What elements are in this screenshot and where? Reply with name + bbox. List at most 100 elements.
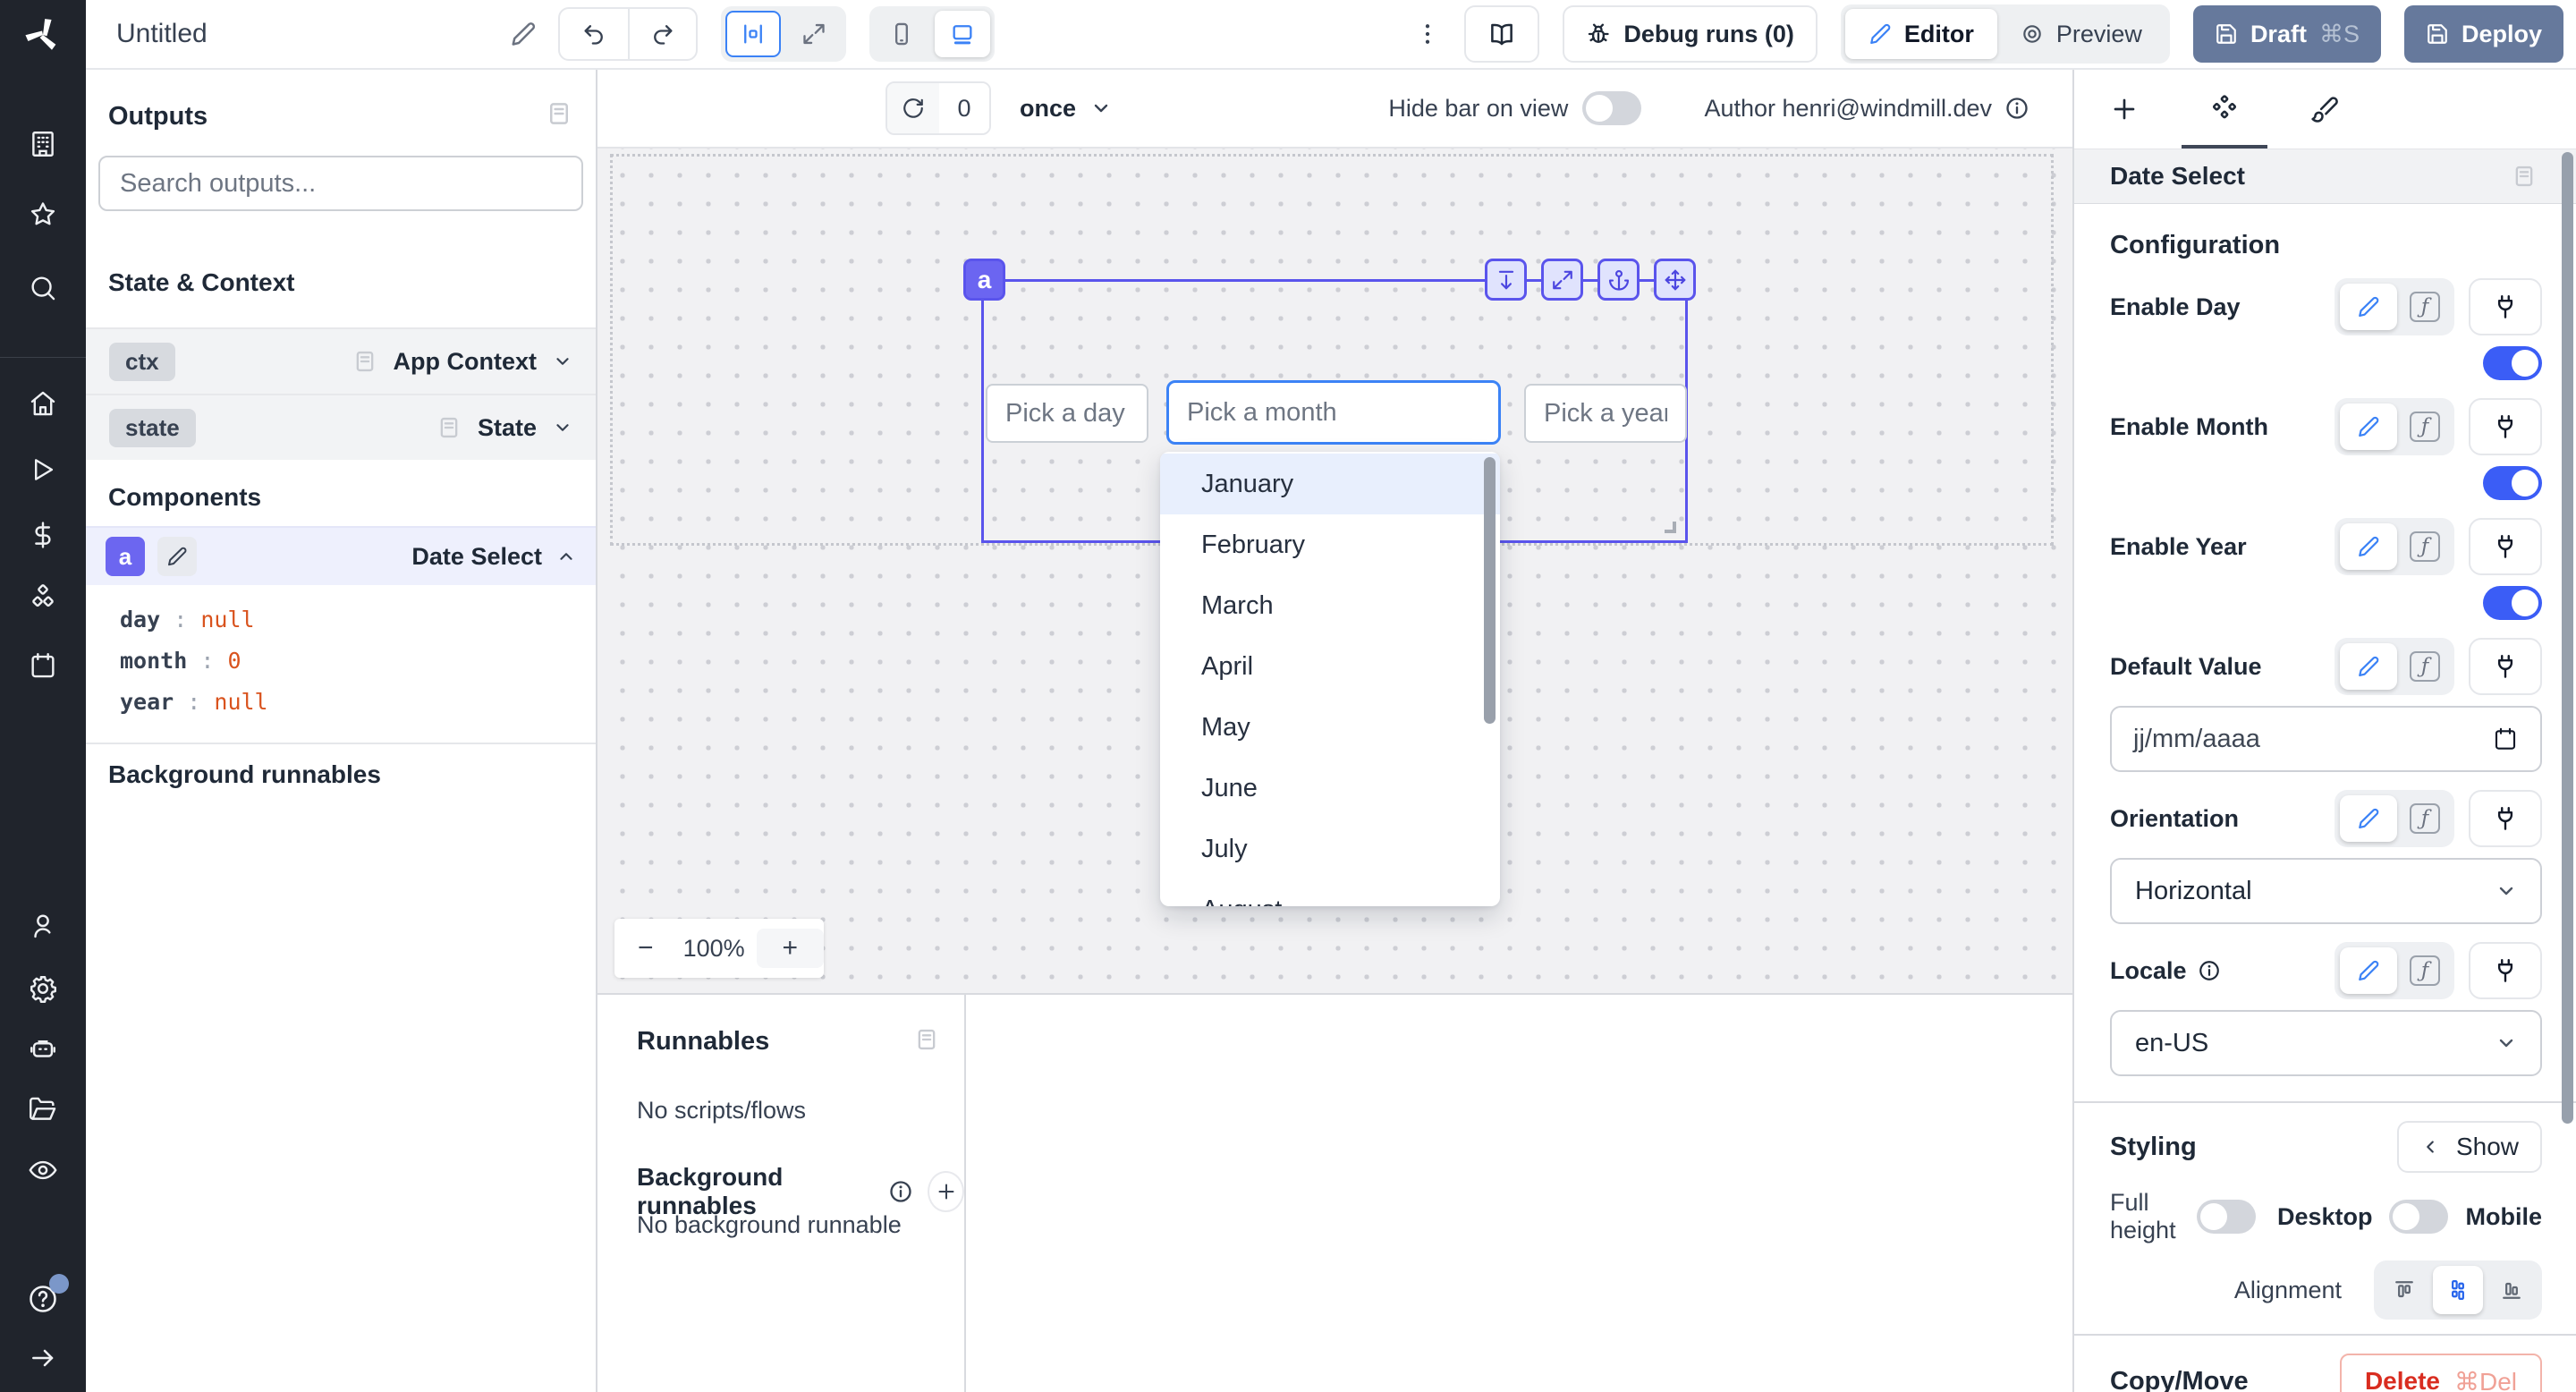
- locale-select[interactable]: en-US: [2110, 1010, 2542, 1076]
- align-center-button[interactable]: [2433, 1266, 2483, 1314]
- fx-expression-button[interactable]: ƒ: [2401, 403, 2449, 450]
- fx-expression-button[interactable]: ƒ: [2401, 284, 2449, 330]
- move-handle-icon[interactable]: [1654, 259, 1696, 301]
- static-edit-pencil-button[interactable]: [2340, 643, 2397, 690]
- deploy-button[interactable]: Deploy: [2404, 5, 2563, 63]
- connect-plug-button[interactable]: [2469, 942, 2542, 999]
- hide-bar-toggle[interactable]: [1582, 91, 1641, 125]
- ctx-row[interactable]: ctx App Context: [86, 327, 596, 394]
- more-menu-kebab-icon[interactable]: [1414, 21, 1441, 47]
- component-a-row[interactable]: a Date Select: [86, 526, 596, 585]
- mobile-view-button[interactable]: [874, 11, 929, 57]
- resources-icon[interactable]: [28, 582, 58, 613]
- static-edit-pencil-button[interactable]: [2340, 795, 2397, 842]
- styling-show-button[interactable]: Show: [2397, 1121, 2542, 1173]
- static-edit-pencil-button[interactable]: [2340, 403, 2397, 450]
- rename-component-pencil-icon[interactable]: [157, 537, 197, 576]
- month-option[interactable]: May: [1160, 697, 1500, 758]
- connect-plug-button[interactable]: [2469, 398, 2542, 455]
- edit-title-pencil-icon[interactable]: [510, 21, 537, 47]
- docs-book-button[interactable]: [1464, 5, 1539, 63]
- output-prop-month[interactable]: month : 0: [120, 641, 596, 682]
- home-icon[interactable]: [28, 388, 58, 419]
- connect-plug-button[interactable]: [2469, 518, 2542, 575]
- component-id-badge[interactable]: a: [963, 259, 1005, 301]
- draft-button[interactable]: Draft ⌘S: [2193, 5, 2381, 63]
- align-top-button[interactable]: [2379, 1266, 2429, 1314]
- search-outputs-input[interactable]: [98, 156, 583, 211]
- month-option[interactable]: April: [1160, 636, 1500, 697]
- debug-runs-button[interactable]: Debug runs (0): [1563, 5, 1818, 63]
- panel-scrollbar[interactable]: [2562, 152, 2573, 1124]
- app-canvas[interactable]: a January February March April May June: [597, 149, 2072, 993]
- schedules-icon[interactable]: [28, 650, 58, 681]
- undo-button[interactable]: [560, 9, 628, 59]
- fx-expression-button[interactable]: ƒ: [2401, 947, 2449, 994]
- pick-day-input[interactable]: [986, 384, 1148, 443]
- search-icon[interactable]: [28, 273, 58, 303]
- runnables-doc-icon[interactable]: [914, 1027, 939, 1052]
- chevron-down-icon[interactable]: [553, 352, 572, 371]
- expand-handle-icon[interactable]: [1541, 259, 1583, 301]
- desktop-mobile-toggle[interactable]: [2389, 1200, 2448, 1234]
- fx-expression-button[interactable]: ƒ: [2401, 795, 2449, 842]
- info-icon[interactable]: [2004, 96, 2029, 121]
- frequency-select[interactable]: once: [1020, 95, 1112, 123]
- expand-sidebar-icon[interactable]: [29, 1344, 57, 1372]
- month-option[interactable]: March: [1160, 575, 1500, 636]
- chevron-up-icon[interactable]: [556, 547, 576, 566]
- redo-button[interactable]: [628, 9, 696, 59]
- pick-month-input[interactable]: [1166, 380, 1501, 445]
- month-option[interactable]: July: [1160, 819, 1500, 879]
- dropdown-scrollbar[interactable]: [1484, 457, 1496, 724]
- outputs-doc-icon[interactable]: [546, 100, 572, 127]
- fill-height-handle-icon[interactable]: [1485, 259, 1527, 301]
- output-prop-year[interactable]: year : null: [120, 682, 596, 723]
- workspace-icon[interactable]: [28, 129, 58, 159]
- users-icon[interactable]: [28, 911, 58, 941]
- fullscreen-layout-button[interactable]: [786, 11, 842, 57]
- editor-tab[interactable]: Editor: [1845, 9, 1997, 59]
- tab-insert-component[interactable]: [2074, 70, 2174, 149]
- zoom-in-button[interactable]: +: [757, 929, 824, 968]
- connect-plug-button[interactable]: [2469, 278, 2542, 335]
- static-edit-pencil-button[interactable]: [2340, 947, 2397, 994]
- preview-tab[interactable]: Preview: [1997, 9, 2165, 59]
- pick-year-input[interactable]: [1524, 384, 1687, 443]
- align-bottom-button[interactable]: [2487, 1266, 2537, 1314]
- static-edit-pencil-button[interactable]: [2340, 284, 2397, 330]
- chevron-down-icon[interactable]: [553, 418, 572, 437]
- state-row[interactable]: state State: [86, 394, 596, 460]
- fx-expression-button[interactable]: ƒ: [2401, 643, 2449, 690]
- centered-layout-button[interactable]: [725, 11, 781, 57]
- anchor-handle-icon[interactable]: [1597, 259, 1640, 301]
- resize-corner-handle[interactable]: [1665, 522, 1676, 533]
- calendar-icon[interactable]: [2492, 726, 2519, 752]
- runs-icon[interactable]: [28, 454, 58, 485]
- enable-month-toggle[interactable]: [2483, 466, 2542, 500]
- month-option[interactable]: June: [1160, 758, 1500, 819]
- tab-component-settings[interactable]: [2174, 70, 2275, 149]
- refresh-count-button[interactable]: 0: [886, 81, 991, 135]
- settings-gear-icon[interactable]: [28, 973, 58, 1004]
- add-background-runnable-button[interactable]: [928, 1171, 964, 1212]
- enable-day-toggle[interactable]: [2483, 346, 2542, 380]
- info-icon[interactable]: [888, 1179, 913, 1204]
- connect-plug-button[interactable]: [2469, 790, 2542, 847]
- folders-icon[interactable]: [28, 1094, 58, 1125]
- variables-icon[interactable]: [28, 520, 58, 550]
- zoom-out-button[interactable]: −: [614, 933, 677, 963]
- month-option[interactable]: August: [1160, 879, 1500, 906]
- windmill-logo[interactable]: [0, 0, 86, 70]
- orientation-select[interactable]: Horizontal: [2110, 858, 2542, 924]
- full-height-toggle[interactable]: [2197, 1200, 2256, 1234]
- default-value-date-input[interactable]: jj/mm/aaaa: [2110, 706, 2542, 772]
- connect-plug-button[interactable]: [2469, 638, 2542, 695]
- favorites-icon[interactable]: [28, 199, 58, 230]
- fx-expression-button[interactable]: ƒ: [2401, 523, 2449, 570]
- delete-component-button[interactable]: Delete ⌘Del: [2340, 1354, 2542, 1392]
- output-prop-day[interactable]: day : null: [120, 599, 596, 641]
- enable-year-toggle[interactable]: [2483, 586, 2542, 620]
- month-option[interactable]: February: [1160, 514, 1500, 575]
- tab-global-styling[interactable]: [2275, 70, 2375, 149]
